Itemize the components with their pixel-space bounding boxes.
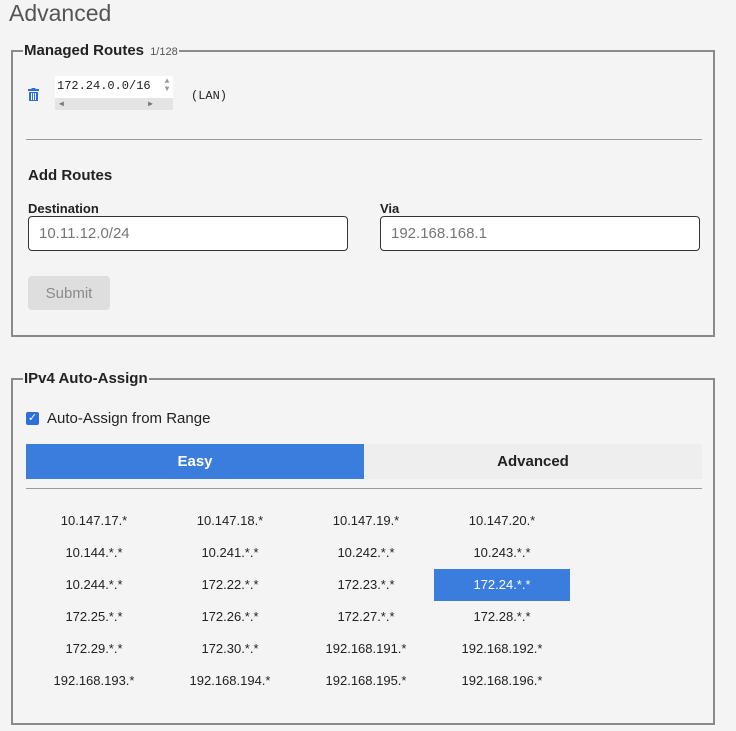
- spinner-arrows-icon[interactable]: ▲ ▼: [161, 78, 173, 94]
- horizontal-scrollbar[interactable]: ◀ ▶: [55, 98, 173, 110]
- range-option[interactable]: 10.147.18.*: [162, 505, 298, 537]
- range-option[interactable]: 10.243.*.*: [434, 537, 570, 569]
- auto-assign-label: Auto-Assign from Range: [47, 410, 211, 427]
- range-option[interactable]: 172.22.*.*: [162, 569, 298, 601]
- destination-input[interactable]: [28, 216, 348, 251]
- route-count: 1/128: [150, 46, 178, 58]
- range-option[interactable]: 192.168.191.*: [298, 633, 434, 665]
- range-option[interactable]: 172.30.*.*: [162, 633, 298, 665]
- page-title: Advanced: [9, 0, 112, 26]
- managed-routes-panel: Managed Routes 1/128 172.24.0.0/16 ▲ ▼ ◀ …: [11, 42, 715, 337]
- destination-label: Destination: [28, 201, 99, 216]
- divider: [26, 488, 702, 489]
- range-option[interactable]: 10.144.*.*: [26, 537, 162, 569]
- managed-routes-title: Managed Routes: [24, 42, 145, 59]
- scroll-left-icon[interactable]: ◀: [59, 99, 64, 109]
- range-option[interactable]: 10.242.*.*: [298, 537, 434, 569]
- range-option[interactable]: 10.244.*.*: [26, 569, 162, 601]
- range-option-selected[interactable]: 172.24.*.*: [434, 569, 570, 601]
- route-target: 172.24.0.0/16: [57, 79, 151, 93]
- range-option[interactable]: 172.25.*.*: [26, 601, 162, 633]
- auto-assign-checkbox[interactable]: ✓: [26, 412, 39, 425]
- range-option[interactable]: 192.168.195.*: [298, 665, 434, 697]
- tab-easy[interactable]: Easy: [26, 444, 364, 479]
- range-option[interactable]: 192.168.193.*: [26, 665, 162, 697]
- add-routes-heading: Add Routes: [28, 167, 113, 184]
- ipv4-legend: IPv4 Auto-Assign: [23, 370, 149, 387]
- range-option[interactable]: 10.147.17.*: [26, 505, 162, 537]
- range-option[interactable]: 172.26.*.*: [162, 601, 298, 633]
- route-via: (LAN): [191, 89, 228, 103]
- submit-button[interactable]: Submit: [28, 276, 110, 310]
- range-option[interactable]: 192.168.194.*: [162, 665, 298, 697]
- range-option[interactable]: 172.28.*.*: [434, 601, 570, 633]
- divider: [26, 139, 702, 140]
- range-option[interactable]: 10.147.19.*: [298, 505, 434, 537]
- range-option[interactable]: 10.241.*.*: [162, 537, 298, 569]
- range-option[interactable]: 192.168.196.*: [434, 665, 570, 697]
- via-label: Via: [380, 201, 400, 216]
- scroll-right-icon[interactable]: ▶: [148, 99, 153, 109]
- route-target-field[interactable]: 172.24.0.0/16 ▲ ▼ ◀ ▶: [55, 76, 173, 110]
- range-option[interactable]: 172.23.*.*: [298, 569, 434, 601]
- managed-routes-legend: Managed Routes 1/128: [23, 42, 179, 59]
- ipv4-auto-assign-panel: IPv4 Auto-Assign ✓ Auto-Assign from Rang…: [11, 370, 715, 725]
- trash-icon[interactable]: [28, 88, 39, 101]
- tab-advanced[interactable]: Advanced: [364, 444, 702, 479]
- range-option[interactable]: 172.29.*.*: [26, 633, 162, 665]
- range-option[interactable]: 172.27.*.*: [298, 601, 434, 633]
- range-option[interactable]: 10.147.20.*: [434, 505, 570, 537]
- via-input[interactable]: [380, 216, 700, 251]
- range-option[interactable]: 192.168.192.*: [434, 633, 570, 665]
